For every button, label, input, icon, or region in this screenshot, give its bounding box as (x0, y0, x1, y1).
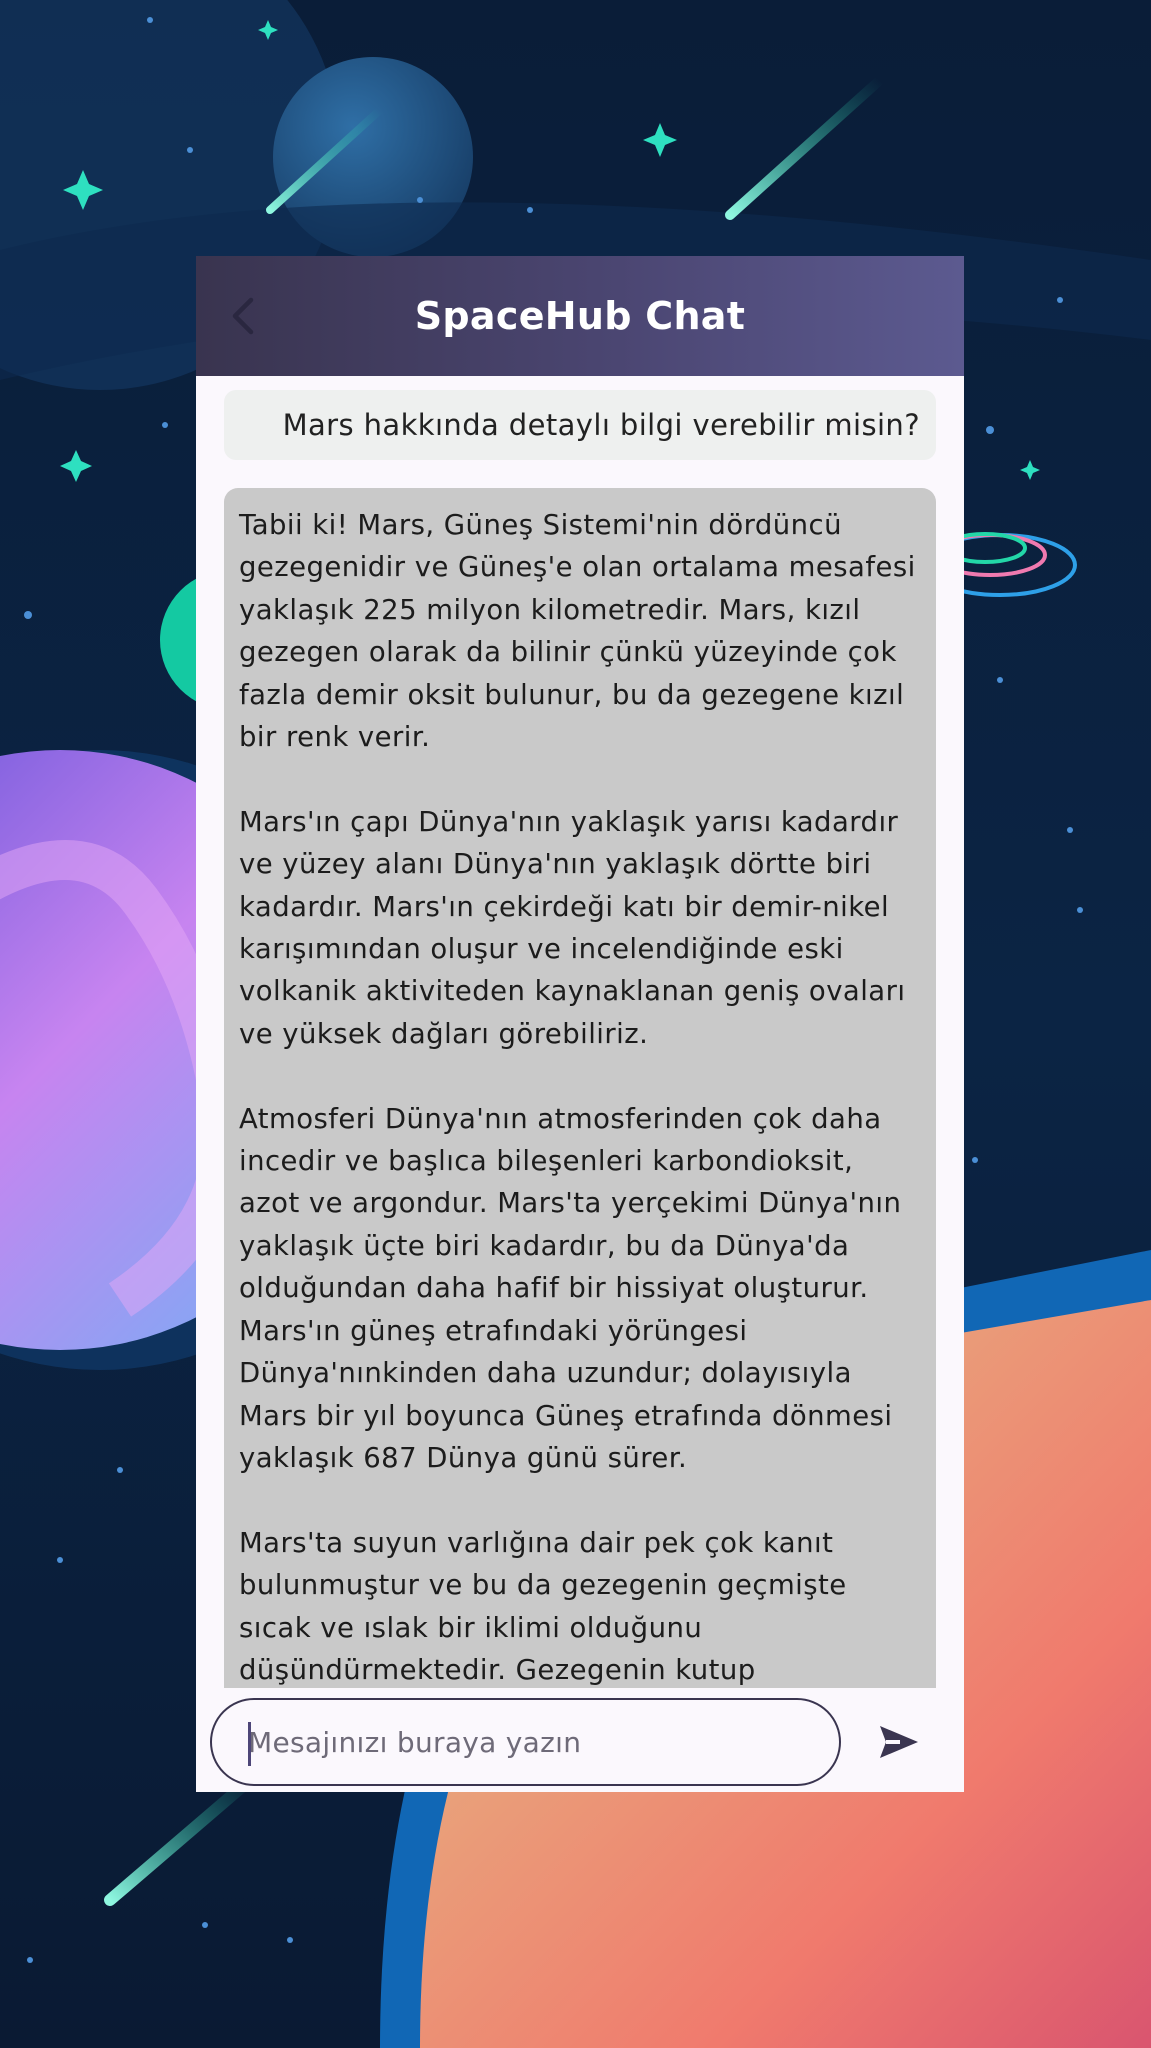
message-input[interactable] (248, 1725, 808, 1759)
page-title: SpaceHub Chat (414, 294, 746, 338)
send-button[interactable] (871, 1714, 927, 1770)
message-input-field[interactable] (210, 1698, 841, 1786)
text-caret (248, 1722, 251, 1766)
message-list[interactable]: Mars hakkında detaylı bilgi verebilir mi… (196, 376, 964, 1692)
bot-message-paragraph: Atmosferi Dünya'nın atmosferinden çok da… (239, 1102, 902, 1474)
app-bar: SpaceHub Chat (196, 256, 964, 376)
user-message-bubble: Mars hakkında detaylı bilgi verebilir mi… (224, 390, 936, 460)
message-composer (196, 1692, 964, 1792)
bot-message-paragraph: Mars'ın çapı Dünya'nın yaklaşık yarısı k… (239, 805, 906, 1050)
bot-message-paragraph: Mars'ta suyun varlığına dair pek çok kan… (239, 1526, 847, 1686)
send-icon (880, 1726, 918, 1758)
bot-message-bubble: Tabii ki! Mars, Güneş Sistemi'nin dördün… (224, 488, 936, 1688)
back-button[interactable] (218, 290, 270, 342)
chat-window: SpaceHub Chat Mars hakkında detaylı bilg… (196, 256, 964, 1792)
user-message-text: Mars hakkında detaylı bilgi verebilir mi… (282, 408, 920, 442)
chevron-left-icon (232, 297, 254, 335)
bot-message-paragraph: Tabii ki! Mars, Güneş Sistemi'nin dördün… (239, 509, 916, 754)
